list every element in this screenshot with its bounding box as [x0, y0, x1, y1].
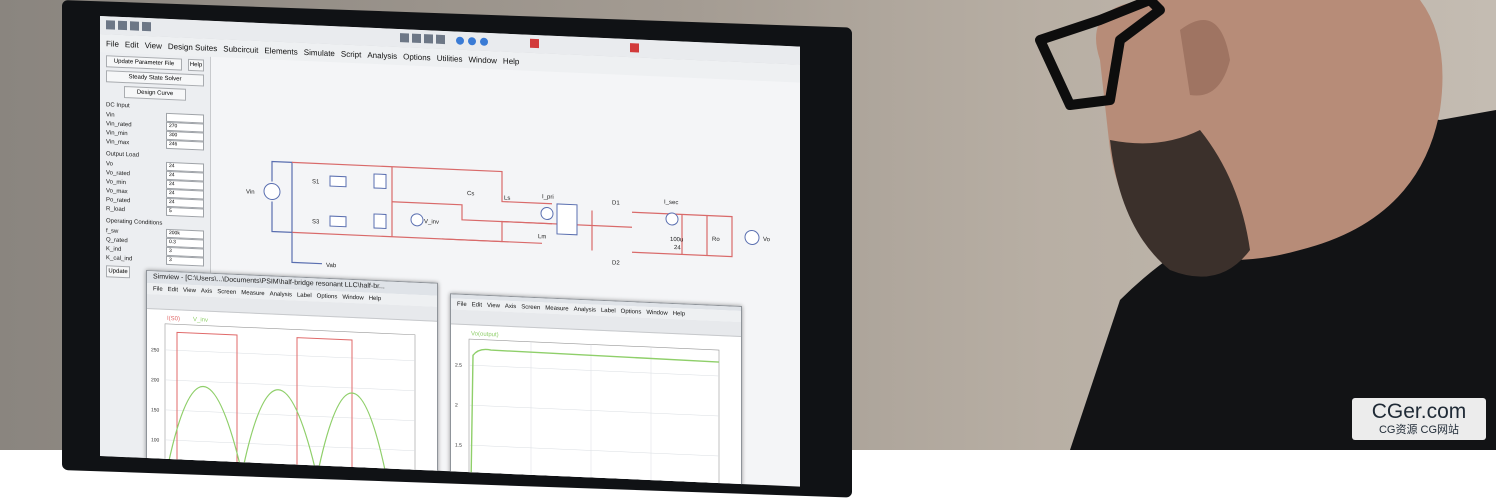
watermark-line2: CG资源 CG网站: [1378, 424, 1460, 436]
watermark-line1: CGer.com: [1371, 400, 1467, 423]
engineer-silhouette: [1035, 0, 1496, 450]
watermark: CGer.com CG资源 CG网站: [1352, 398, 1486, 440]
